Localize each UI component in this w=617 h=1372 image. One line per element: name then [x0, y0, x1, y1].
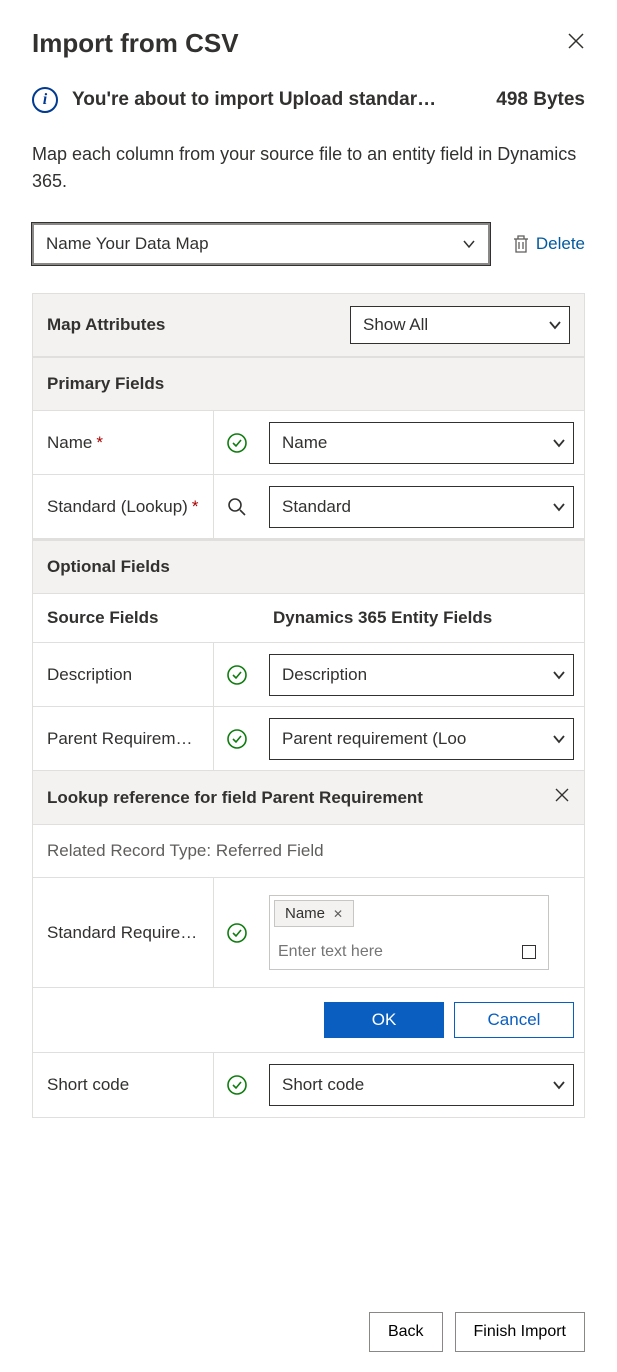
- entity-fields-header: Dynamics 365 Entity Fields: [259, 608, 584, 628]
- finish-import-button[interactable]: Finish Import: [455, 1312, 585, 1352]
- expand-icon[interactable]: [522, 945, 536, 959]
- check-icon: [226, 1074, 248, 1096]
- lookup-row-label: Standard Require…: [33, 878, 213, 987]
- tag-remove-icon[interactable]: ✕: [333, 907, 343, 921]
- delete-label: Delete: [536, 234, 585, 254]
- standard-select[interactable]: Standard: [269, 486, 574, 528]
- data-map-dropdown[interactable]: Name Your Data Map: [32, 223, 490, 265]
- check-icon: [226, 728, 248, 750]
- field-label-name: Name*: [33, 433, 213, 453]
- chevron-down-icon: [549, 319, 561, 331]
- search-icon[interactable]: [227, 497, 247, 517]
- select-value: Parent requirement (Loo: [282, 729, 466, 749]
- tag-label: Name: [285, 905, 325, 922]
- lookup-subtitle: Related Record Type: Referred Field: [33, 825, 584, 878]
- chevron-down-icon: [553, 733, 565, 745]
- field-label-parent: Parent Requireme…: [33, 729, 213, 749]
- description-select[interactable]: Description: [269, 654, 574, 696]
- optional-fields-header: Optional Fields: [33, 539, 584, 594]
- field-label-standard: Standard (Lookup)*: [33, 497, 213, 517]
- field-label-description: Description: [33, 665, 213, 685]
- ok-button[interactable]: OK: [324, 1002, 444, 1038]
- lookup-text-input[interactable]: [278, 943, 522, 961]
- back-button[interactable]: Back: [369, 1312, 443, 1352]
- primary-fields-header: Primary Fields: [33, 357, 584, 411]
- select-value: Short code: [282, 1075, 364, 1095]
- chevron-down-icon: [553, 1079, 565, 1091]
- data-map-placeholder: Name Your Data Map: [46, 234, 209, 254]
- select-value: Description: [282, 665, 367, 685]
- lookup-tag-input[interactable]: Name ✕: [269, 895, 549, 970]
- field-label-shortcode: Short code: [33, 1075, 213, 1095]
- file-size: 498 Bytes: [496, 89, 585, 111]
- name-select[interactable]: Name: [269, 422, 574, 464]
- lookup-title: Lookup reference for field Parent Requir…: [47, 788, 423, 808]
- close-button[interactable]: [567, 32, 585, 56]
- filter-dropdown[interactable]: Show All: [350, 306, 570, 344]
- check-icon: [226, 922, 248, 944]
- tag-name[interactable]: Name ✕: [274, 900, 354, 927]
- cancel-button[interactable]: Cancel: [454, 1002, 574, 1038]
- chevron-down-icon: [553, 437, 565, 449]
- source-fields-header: Source Fields: [33, 608, 259, 628]
- instruction-text: Map each column from your source file to…: [32, 141, 585, 195]
- select-value: Standard: [282, 497, 351, 517]
- chevron-down-icon: [553, 669, 565, 681]
- select-value: Name: [282, 433, 327, 453]
- lookup-close-button[interactable]: [554, 787, 570, 808]
- info-icon: i: [32, 87, 58, 113]
- parent-select[interactable]: Parent requirement (Loo: [269, 718, 574, 760]
- map-attributes-label: Map Attributes: [47, 315, 165, 335]
- info-message: You're about to import Upload standar…: [72, 89, 468, 111]
- dialog-title: Import from CSV: [32, 28, 239, 59]
- trash-icon: [512, 234, 530, 254]
- shortcode-select[interactable]: Short code: [269, 1064, 574, 1106]
- filter-value: Show All: [363, 315, 428, 335]
- chevron-down-icon: [462, 237, 476, 251]
- check-icon: [226, 432, 248, 454]
- delete-button[interactable]: Delete: [512, 234, 585, 254]
- chevron-down-icon: [553, 501, 565, 513]
- check-icon: [226, 664, 248, 686]
